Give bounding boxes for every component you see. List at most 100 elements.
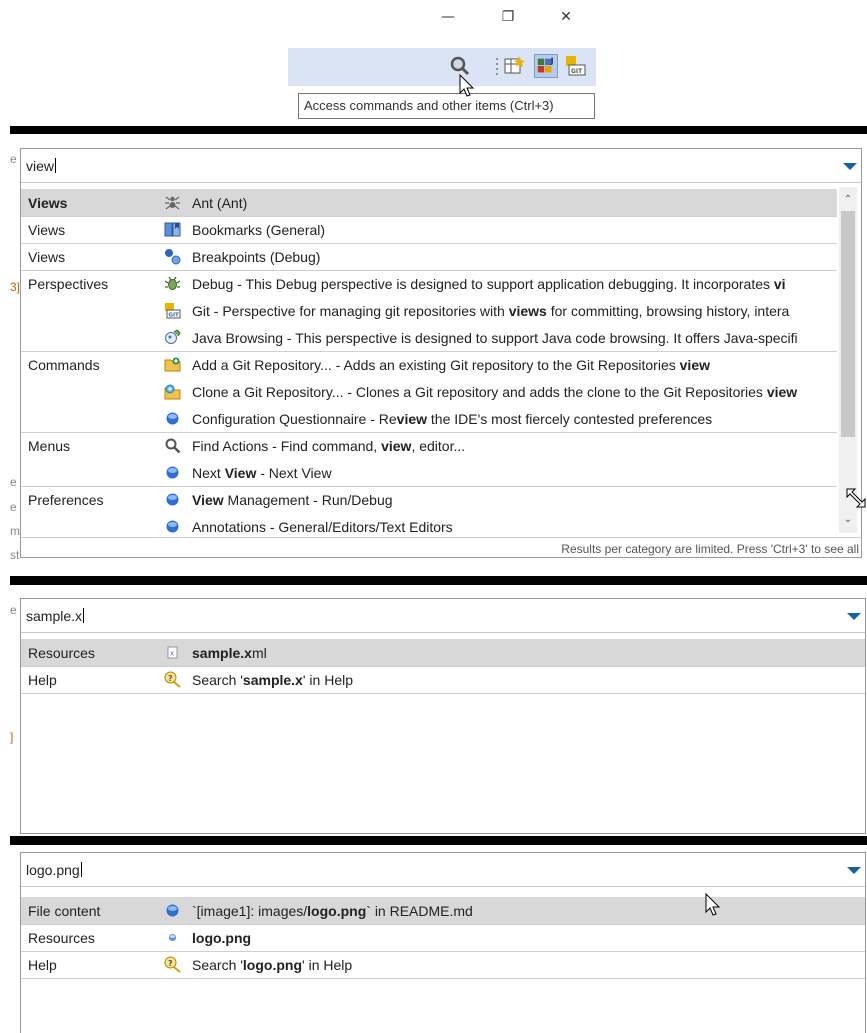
result-label-match: sample.x bbox=[192, 645, 252, 661]
category-divider bbox=[21, 351, 837, 352]
result-row[interactable]: Menus Find Actions - Find command, view, … bbox=[21, 432, 837, 459]
result-row[interactable]: Views Breakpoints (Debug) bbox=[21, 243, 837, 270]
result-label-suffix: - Next View bbox=[256, 465, 332, 481]
result-label-suffix: the IDE's most fiercely contested prefer… bbox=[427, 411, 713, 427]
background-editor-fragment: e bbox=[10, 152, 17, 166]
result-label: Annotations - General/Editors/Text Edito… bbox=[192, 519, 453, 535]
dropdown-arrow-icon[interactable] bbox=[847, 613, 861, 620]
result-row[interactable]: Resources x sample.xml bbox=[21, 639, 865, 666]
minimize-button[interactable]: — bbox=[436, 6, 460, 28]
result-category: Views bbox=[28, 195, 68, 211]
result-row[interactable]: Help? Search 'logo.png' in Help bbox=[21, 951, 865, 978]
svg-text:J: J bbox=[550, 55, 554, 65]
quick-access-query[interactable]: sample.x bbox=[26, 608, 82, 624]
result-row[interactable]: Views Bookmarks (General) bbox=[21, 216, 837, 243]
result-label-prefix: Ant (Ant) bbox=[192, 195, 248, 211]
result-category: Preferences bbox=[28, 492, 104, 508]
result-label: Debug - This Debug perspective is design… bbox=[192, 276, 786, 292]
result-row[interactable]: GIT Git - Perspective for managing git re… bbox=[21, 297, 837, 324]
blue-dot-icon bbox=[164, 464, 181, 481]
quick-access-input[interactable]: sample.x bbox=[21, 599, 865, 633]
result-label: Clone a Git Repository... - Clones a Git… bbox=[192, 384, 797, 400]
result-label: Bookmarks (General) bbox=[192, 222, 325, 238]
result-label: `[image1]: images/logo.png` in README.md bbox=[192, 903, 473, 919]
dropdown-arrow-icon[interactable] bbox=[843, 163, 857, 170]
category-divider bbox=[21, 978, 865, 979]
svg-text:?: ? bbox=[168, 674, 173, 683]
result-row[interactable]: Preferences View Management - Run/Debug bbox=[21, 486, 837, 513]
quick-access-query[interactable]: view bbox=[26, 158, 54, 174]
close-button[interactable]: ✕ bbox=[554, 6, 578, 28]
category-divider bbox=[21, 270, 837, 271]
result-row[interactable]: Java Browsing - This perspective is desi… bbox=[21, 324, 837, 351]
result-label-suffix: for committing, browsing history, intera bbox=[546, 303, 790, 319]
image-file-icon bbox=[164, 929, 181, 946]
result-label: Git - Perspective for managing git repos… bbox=[192, 303, 789, 319]
result-category: Views bbox=[28, 249, 66, 265]
result-label-prefix: Annotations - General/Editors/Text Edito… bbox=[192, 519, 453, 535]
result-label: Add a Git Repository... - Adds an existi… bbox=[192, 357, 710, 373]
background-editor-fragment: e bbox=[10, 603, 17, 617]
results-scrollbar[interactable]: ⌃ ⌄ bbox=[839, 187, 857, 533]
quick-access-input[interactable]: logo.png bbox=[21, 853, 865, 887]
category-divider bbox=[21, 432, 837, 433]
result-label-prefix: Debug - This Debug perspective is design… bbox=[192, 276, 774, 292]
result-row[interactable]: Next View - Next View bbox=[21, 459, 837, 486]
result-row[interactable]: Configuration Questionnaire - Review the… bbox=[21, 405, 837, 432]
result-category: Help bbox=[28, 957, 57, 973]
quick-access-query[interactable]: logo.png bbox=[26, 862, 80, 878]
result-label-prefix: Next bbox=[192, 465, 225, 481]
result-label: Ant (Ant) bbox=[192, 195, 247, 211]
category-divider bbox=[21, 924, 865, 925]
background-editor-fragment: st bbox=[10, 548, 20, 562]
mouse-pointer-icon bbox=[705, 893, 721, 916]
result-label-prefix: Configuration Questionnaire - Re bbox=[192, 411, 397, 427]
result-label-prefix: Breakpoints (Debug) bbox=[192, 249, 321, 265]
result-label: Find Actions - Find command, view, edito… bbox=[192, 438, 465, 454]
dropdown-arrow-icon[interactable] bbox=[847, 867, 861, 874]
java-browsing-icon bbox=[164, 329, 181, 346]
blue-dot-icon bbox=[164, 410, 181, 427]
result-label: Configuration Questionnaire - Review the… bbox=[192, 411, 712, 427]
java-perspective-icon[interactable]: J bbox=[534, 54, 558, 78]
result-row[interactable]: Help? Search 'sample.x' in Help bbox=[21, 666, 865, 693]
result-row[interactable]: Views Ant (Ant) bbox=[21, 189, 837, 216]
quick-access-input[interactable]: view bbox=[21, 149, 861, 183]
result-category: Resources bbox=[28, 930, 95, 946]
result-label-suffix: , editor... bbox=[411, 438, 466, 454]
category-divider bbox=[21, 243, 837, 244]
category-divider bbox=[21, 666, 865, 667]
scrollbar-thumb[interactable] bbox=[841, 211, 855, 437]
result-label-match: sample.x bbox=[242, 672, 303, 688]
result-row[interactable]: Perspectives Debug - This Debug perspecti… bbox=[21, 270, 837, 297]
result-label-prefix: Find Actions - Find command, bbox=[192, 438, 382, 454]
mouse-pointer-icon bbox=[459, 74, 475, 97]
breakpoints-icon bbox=[164, 248, 181, 265]
category-divider bbox=[21, 486, 837, 487]
open-perspective-icon[interactable] bbox=[502, 54, 526, 78]
result-row[interactable]: Commands Add a Git Repository... - Adds a… bbox=[21, 351, 837, 378]
svg-text:GIT: GIT bbox=[571, 68, 583, 75]
svg-text:?: ? bbox=[168, 959, 173, 968]
result-label-prefix: Add a Git Repository... - Adds an existi… bbox=[192, 357, 680, 373]
separator-bar bbox=[10, 836, 867, 845]
category-divider bbox=[21, 693, 865, 694]
result-label-suffix: ' in Help bbox=[302, 672, 354, 688]
result-label-match: View bbox=[192, 492, 224, 508]
resize-cursor-icon bbox=[846, 488, 866, 508]
result-label: Search 'sample.x' in Help bbox=[192, 672, 353, 688]
result-row[interactable]: Annotations - General/Editors/Text Edito… bbox=[21, 513, 837, 540]
restore-button[interactable]: ❐ bbox=[496, 6, 520, 28]
result-row[interactable]: Resources logo.png bbox=[21, 924, 865, 951]
result-label-match: view bbox=[396, 411, 428, 427]
scroll-up-icon[interactable]: ⌃ bbox=[841, 193, 855, 207]
result-row[interactable]: Clone a Git Repository... - Clones a Git… bbox=[21, 378, 837, 405]
result-label: Next View - Next View bbox=[192, 465, 332, 481]
blue-dot-icon bbox=[164, 902, 181, 919]
result-label-suffix: ml bbox=[251, 645, 267, 661]
scroll-down-icon[interactable]: ⌄ bbox=[841, 513, 855, 527]
result-row[interactable]: File content `[image1]: images/logo.png` … bbox=[21, 897, 865, 924]
git-perspective-icon[interactable]: GIT bbox=[563, 54, 587, 78]
result-label-match: logo.png bbox=[307, 903, 367, 919]
result-label-prefix: Git - Perspective for managing git repos… bbox=[192, 303, 509, 319]
